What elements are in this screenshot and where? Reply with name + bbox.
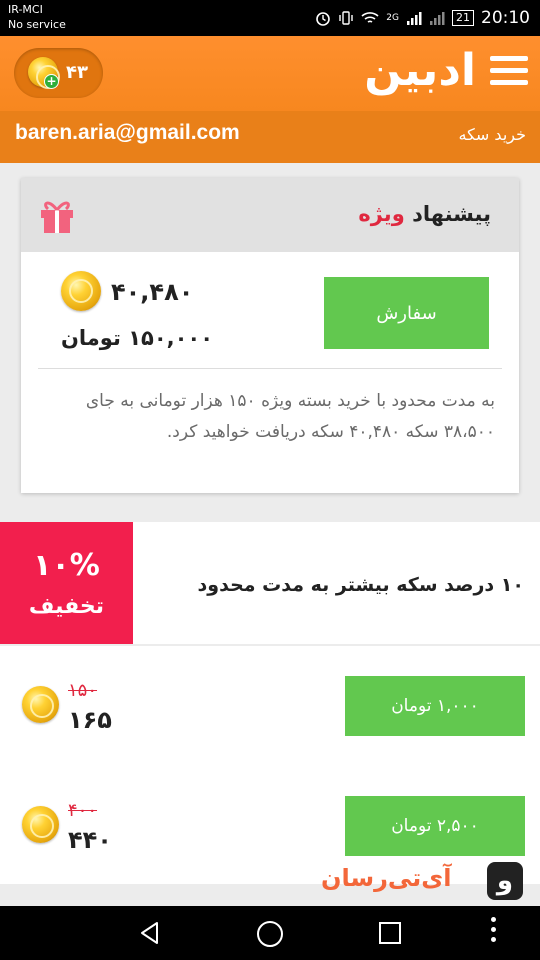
special-offer-title: پیشنهاد ویژه xyxy=(358,202,491,226)
network-type: 2G xyxy=(386,13,399,23)
signal-icon xyxy=(407,12,422,25)
package-row: ۱۵۰ ۱۶۵ ۱,۰۰۰ تومان xyxy=(0,646,540,766)
back-icon[interactable] xyxy=(137,920,163,946)
package-old-amount: ۱۵۰ xyxy=(68,680,98,701)
signal-icon-2 xyxy=(430,12,445,25)
discount-percent: ۱۰% xyxy=(33,548,100,583)
discount-badge: ۱۰% تخفیف xyxy=(0,522,133,644)
order-button[interactable]: سفارش xyxy=(324,277,489,349)
promo-banner: ۱۰% تخفیف ۱۰ درصد سکه بیشتر به مدت محدود xyxy=(0,522,540,644)
special-price: ۱۵۰,۰۰۰ تومان xyxy=(61,326,214,350)
home-icon[interactable] xyxy=(257,921,283,947)
buy-package-button[interactable]: ۱,۰۰۰ تومان xyxy=(345,676,525,736)
recents-icon[interactable] xyxy=(379,922,401,944)
coin-balance: ۴۳ xyxy=(66,62,88,83)
package-old-amount: ۴۰۰ xyxy=(68,800,98,821)
status-icons: 2G 21 20:10 xyxy=(315,6,530,30)
watermark-text: آی‌تی‌رسان xyxy=(321,864,452,892)
special-coin-amount: ۴۰,۴۸۰ xyxy=(111,278,194,306)
title-accent: ویژه xyxy=(358,202,405,226)
clock: 20:10 xyxy=(481,8,530,28)
account-bar: baren.aria@gmail.com خرید سکه xyxy=(0,111,540,163)
battery-indicator: 21 xyxy=(452,10,474,26)
promo-text: ۱۰ درصد سکه بیشتر به مدت محدود xyxy=(197,574,524,596)
divider xyxy=(38,368,502,369)
app-logo: ادبین xyxy=(364,45,476,96)
coin-icon xyxy=(22,806,59,843)
watermark-mark: و xyxy=(487,862,523,900)
vibrate-icon xyxy=(339,11,353,25)
discount-label: تخفیف xyxy=(28,594,105,619)
carrier-info: IR-MCI No service xyxy=(8,2,66,32)
carrier-status: No service xyxy=(8,18,66,31)
special-offer-card: پیشنهاد ویژه ۴۰,۴۸۰ ۱۵۰,۰۰۰ تومان سفارش … xyxy=(21,178,519,493)
user-email: baren.aria@gmail.com xyxy=(15,121,240,144)
coin-icon xyxy=(22,686,59,723)
package-new-amount: ۱۶۵ xyxy=(68,706,112,734)
more-icon[interactable] xyxy=(491,917,497,947)
coin-balance-button[interactable]: + ۴۳ xyxy=(14,48,103,98)
package-new-amount: ۴۴۰ xyxy=(68,826,112,854)
buy-package-button[interactable]: ۲,۵۰۰ تومان xyxy=(345,796,525,856)
carrier-name: IR-MCI xyxy=(8,3,43,16)
coin-icon xyxy=(61,271,101,311)
navigation-bar xyxy=(0,906,540,960)
menu-icon[interactable] xyxy=(490,56,528,88)
special-offer-description: به مدت محدود با خرید بسته ویژه ۱۵۰ هزار … xyxy=(85,391,495,442)
gift-icon xyxy=(41,201,73,233)
wifi-icon xyxy=(361,12,379,23)
watermark-logo: آی‌تی‌رسان و xyxy=(321,862,529,904)
alarm-icon xyxy=(316,12,331,26)
special-offer-header: پیشنهاد ویژه xyxy=(21,178,519,252)
plus-icon: + xyxy=(44,74,59,89)
title-prefix: پیشنهاد xyxy=(412,202,491,226)
page-title: خرید سکه xyxy=(458,125,526,144)
status-bar: IR-MCI No service 2G 21 20:10 xyxy=(0,0,540,36)
app-bar: + ۴۳ ادبین xyxy=(0,36,540,111)
